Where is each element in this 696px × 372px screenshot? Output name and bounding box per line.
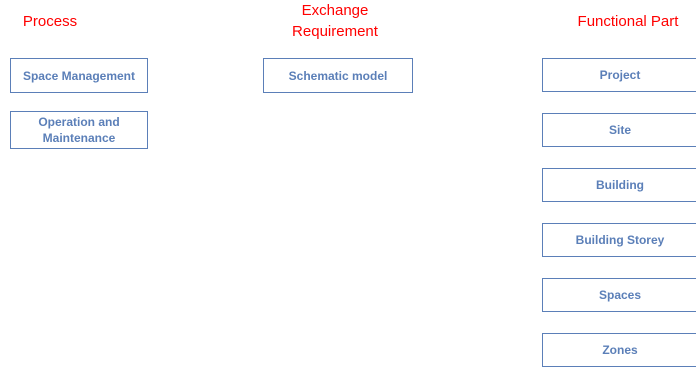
- functional-box-zones: Zones: [542, 333, 696, 367]
- exchange-header-line-1: Exchange: [301, 2, 369, 19]
- functional-box-label: Project: [599, 68, 641, 82]
- functional-box-building: Building: [542, 168, 696, 202]
- process-box-operation-maintenance: Operation and Maintenance: [10, 111, 148, 149]
- functional-box-label: Building Storey: [575, 233, 665, 247]
- exchange-header-line-2: Requirement: [292, 23, 378, 40]
- functional-box-label: Spaces: [598, 288, 642, 302]
- functional-box-label: Zones: [602, 343, 638, 357]
- process-header-label: Process: [22, 13, 78, 30]
- functional-box-label: Site: [608, 123, 631, 137]
- functional-box-building-storey: Building Storey: [542, 223, 696, 257]
- exchange-requirement-column-header: Exchange Requirement: [260, 0, 410, 42]
- functional-header-label: Functional Part: [577, 13, 679, 30]
- functional-box-project: Project: [542, 58, 696, 92]
- exchange-box-schematic-model: Schematic model: [263, 58, 413, 93]
- process-column-header: Process: [10, 11, 90, 32]
- functional-box-label: Building: [596, 178, 644, 192]
- functional-box-spaces: Spaces: [542, 278, 696, 312]
- process-box-label: Space Management: [22, 68, 136, 83]
- process-box-space-management: Space Management: [10, 58, 148, 93]
- process-box-label-line-1: Operation and: [38, 115, 120, 129]
- functional-box-site: Site: [542, 113, 696, 147]
- process-box-label-line-2: Maintenance: [42, 131, 116, 145]
- exchange-box-label: Schematic model: [288, 68, 388, 83]
- functional-part-column-header: Functional Part: [560, 11, 696, 32]
